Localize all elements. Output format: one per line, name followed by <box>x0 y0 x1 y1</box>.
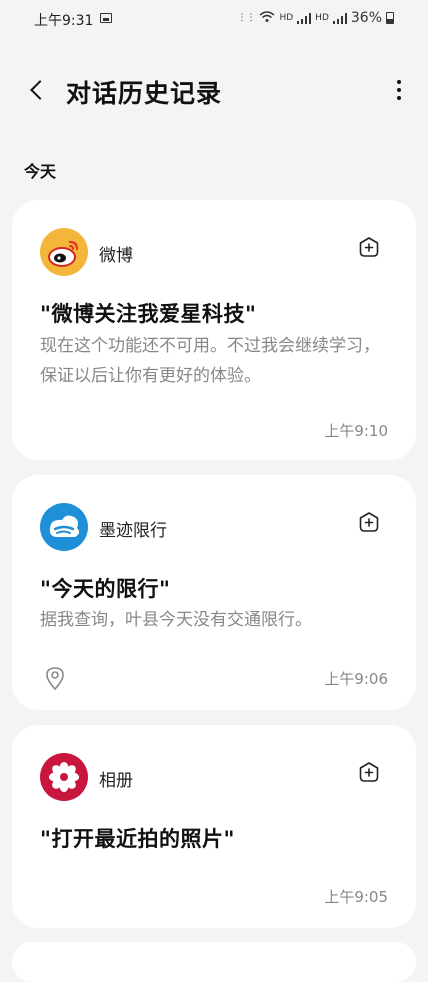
query-text: "微博关注我爱星科技" <box>40 302 257 326</box>
gallery-icon <box>40 753 88 801</box>
section-today: 今天 <box>24 162 57 181</box>
answer-text: 据我查询，叶县今天没有交通限行。 <box>40 610 312 630</box>
back-icon[interactable] <box>22 74 54 106</box>
query-text: "今天的限行" <box>40 577 171 601</box>
timestamp: 上午9:10 <box>324 422 388 440</box>
timestamp: 上午9:06 <box>324 670 388 688</box>
query-text: "打开最近拍的照片" <box>40 827 235 851</box>
add-shortcut-icon[interactable] <box>358 761 380 783</box>
nfc-icon: ⋮⋮ <box>237 13 256 23</box>
history-card-gallery[interactable]: 相册 "打开最近拍的照片" 上午9:05 <box>12 725 416 928</box>
more-options-icon[interactable] <box>394 76 404 104</box>
gallery-notification-icon <box>100 13 112 23</box>
history-card-moji[interactable]: 墨迹限行 "今天的限行" 据我查询，叶县今天没有交通限行。 上午9:06 <box>12 475 416 710</box>
add-shortcut-icon[interactable] <box>358 511 380 533</box>
signal-icon <box>297 12 312 24</box>
status-bar: 上午9:31 ⋮⋮ HD HD 36% <box>0 0 428 40</box>
location-icon[interactable] <box>44 665 66 691</box>
app-name: 微博 <box>99 246 133 266</box>
moji-icon <box>40 503 88 551</box>
status-time: 上午9:31 <box>34 13 94 29</box>
battery-icon <box>386 12 394 24</box>
history-card-weibo[interactable]: 微博 "微博关注我爱星科技" 现在这个功能还不可用。不过我会继续学习，保证以后让… <box>12 200 416 460</box>
timestamp: 上午9:05 <box>324 888 388 906</box>
signal-icon-2 <box>332 12 347 24</box>
hd-label: HD <box>279 13 294 23</box>
page-title: 对话历史记录 <box>66 79 223 108</box>
app-name: 墨迹限行 <box>99 521 167 541</box>
history-card-partial[interactable] <box>12 942 416 982</box>
answer-text: 现在这个功能还不可用。不过我会继续学习，保证以后让你有更好的体验。 <box>40 336 380 386</box>
status-indicators: ⋮⋮ HD HD 36% <box>237 10 394 26</box>
add-shortcut-icon[interactable] <box>358 236 380 258</box>
app-header: 对话历史记录 <box>0 66 428 114</box>
app-name: 相册 <box>99 771 133 791</box>
hd-label-2: HD <box>315 13 329 23</box>
wifi-icon <box>259 10 275 26</box>
battery-percent: 36% <box>350 10 382 26</box>
weibo-icon <box>40 228 88 276</box>
